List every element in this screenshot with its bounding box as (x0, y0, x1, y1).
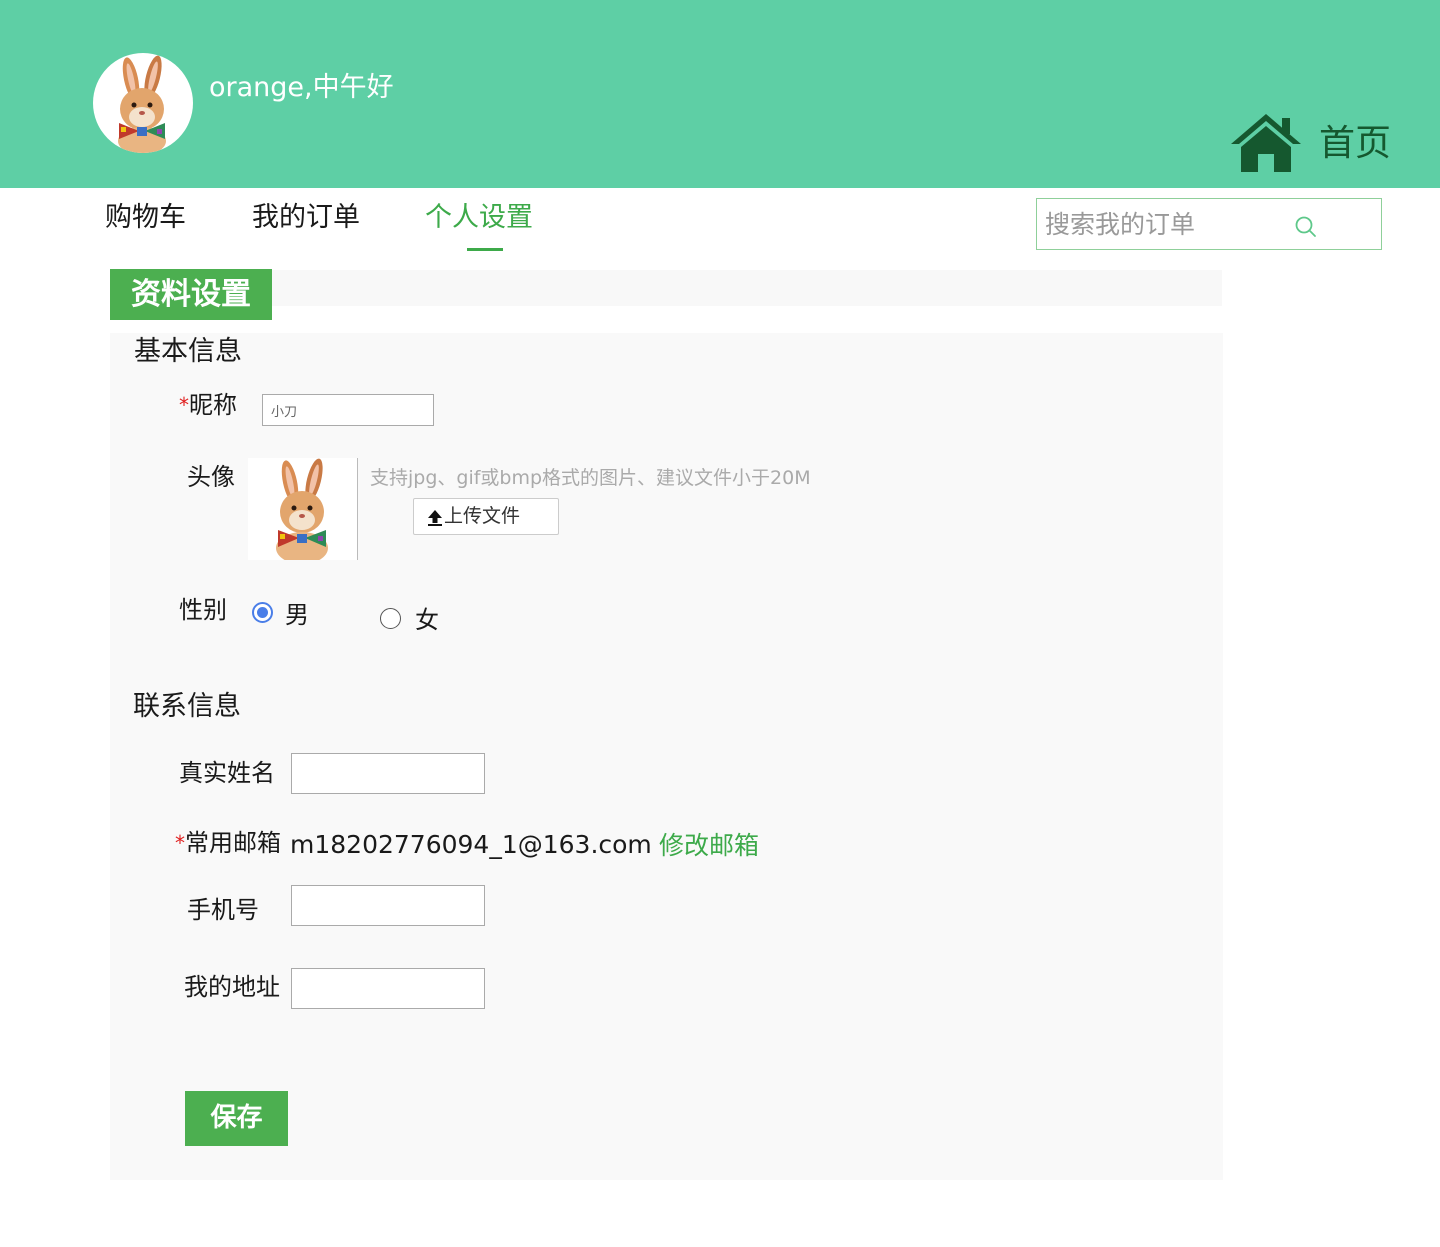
nickname-label: *昵称 (179, 391, 237, 419)
phone-input[interactable] (291, 885, 485, 926)
home-label: 首页 (1319, 123, 1392, 164)
nav-item-orders[interactable]: 我的订单 (252, 198, 360, 238)
rabbit-avatar-icon (118, 55, 166, 153)
nickname-input[interactable] (262, 394, 434, 426)
greeting-text: orange,中午好 (209, 72, 394, 103)
avatar-hint: 支持jpg、gif或bmp格式的图片、建议文件小于20M (370, 467, 811, 489)
search-input[interactable] (1045, 207, 1295, 241)
header-bar: orange,中午好 首页 (0, 0, 1440, 188)
order-search (1036, 198, 1382, 250)
phone-label: 手机号 (187, 896, 259, 924)
nav-item-cart[interactable]: 购物车 (105, 198, 186, 238)
upload-label: 上传文件 (444, 505, 521, 527)
address-label: 我的地址 (184, 973, 280, 1001)
required-mark: * (179, 393, 189, 417)
avatar-preview (248, 458, 358, 560)
nav-item-settings[interactable]: 个人设置 (425, 198, 533, 238)
section-header-bar (110, 270, 1222, 306)
gender-label: 性别 (179, 596, 227, 624)
basic-info-title: 基本信息 (134, 336, 242, 367)
section-tab-profile[interactable]: 资料设置 (110, 269, 272, 320)
gender-male-radio[interactable] (252, 602, 273, 623)
home-link[interactable]: 首页 (1229, 112, 1409, 176)
nav-active-indicator (467, 248, 503, 251)
gender-male-label[interactable]: 男 (285, 599, 309, 631)
contact-info-title: 联系信息 (133, 691, 241, 722)
realname-label: 真实姓名 (179, 759, 275, 787)
rabbit-avatar-icon (276, 458, 328, 560)
search-icon[interactable] (1294, 215, 1318, 239)
realname-input[interactable] (291, 753, 485, 794)
upload-icon (428, 510, 442, 526)
upload-file-button[interactable]: 上传文件 (413, 498, 559, 535)
user-avatar[interactable] (93, 53, 193, 153)
avatar-label: 头像 (187, 463, 235, 491)
save-button[interactable]: 保存 (185, 1091, 288, 1146)
email-label: *常用邮箱 (175, 829, 281, 857)
address-input[interactable] (291, 968, 485, 1009)
email-value: m18202776094_1@163.com (290, 830, 652, 859)
change-email-link[interactable]: 修改邮箱 (659, 830, 759, 862)
home-icon (1231, 114, 1301, 172)
required-mark: * (175, 831, 185, 855)
gender-female-radio[interactable] (380, 608, 401, 629)
gender-female-label[interactable]: 女 (415, 604, 439, 636)
